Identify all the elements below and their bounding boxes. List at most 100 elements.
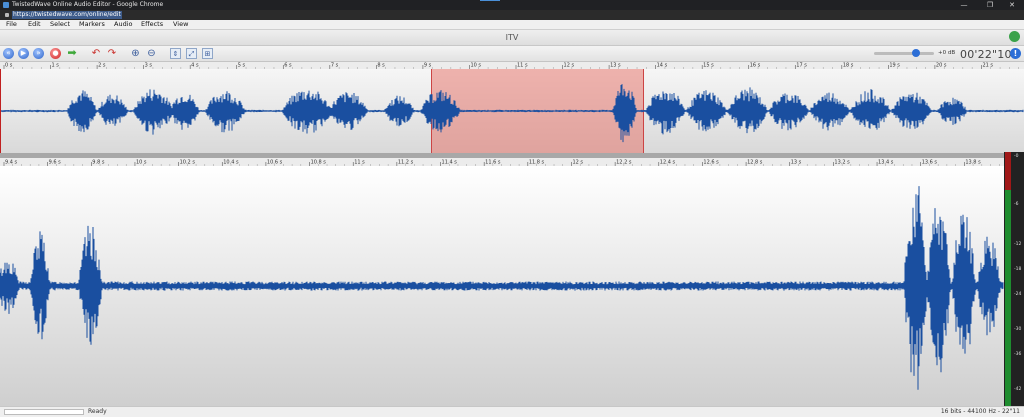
redo-button[interactable]: ↷ xyxy=(105,48,119,59)
toolbar: « ▶ » ● ➡ ↶ ↷ ⊕ ⊖ ⇕ ⤢ ⊞ +0 dB 00'22"107 … xyxy=(0,46,1024,62)
close-button[interactable]: ✕ xyxy=(1000,0,1024,10)
ruler-tick-label: 7 s xyxy=(331,63,339,69)
redo-icon: ↷ xyxy=(107,48,117,59)
level-meter-peak xyxy=(1005,152,1011,190)
playhead-marker[interactable] xyxy=(0,69,1,153)
fast-forward-button[interactable]: » xyxy=(33,48,44,59)
overview-ruler-svg: 0 s 1 s 2 s 3 s 4 s 5 s 6 s 7 s 8 s 9 s 10 s 11 s 12… xyxy=(3,63,1019,69)
zoom-out-icon: ⊖ xyxy=(147,48,156,59)
overview-waveform[interactable] xyxy=(0,69,1024,154)
tab-indicator xyxy=(480,0,500,1)
arrow-right-icon: ➡ xyxy=(67,46,77,59)
audio-format: 16 bits - 44100 Hz - 22"11 xyxy=(940,408,1020,415)
ruler-tick-label: 2 s xyxy=(98,63,106,69)
ruler-tick-label: 10 s xyxy=(470,63,481,69)
meter-label: -12 xyxy=(1014,242,1022,247)
play-button[interactable]: ▶ xyxy=(18,48,29,59)
level-meter-bar xyxy=(1005,190,1011,406)
ruler-tick-label: 9.4 s xyxy=(5,160,18,166)
ruler-tick-label: 3 s xyxy=(145,63,153,69)
url-text[interactable]: https://twistedwave.com/online/edit xyxy=(12,11,122,19)
ruler-tick-label: 17 s xyxy=(796,63,807,69)
ruler-tick-label: 9.8 s xyxy=(92,160,105,166)
waveform-path xyxy=(0,186,1004,390)
meter-label: -6 xyxy=(1014,202,1019,207)
sync-icon[interactable] xyxy=(1009,31,1020,42)
gain-label: +0 dB xyxy=(938,50,956,56)
app-icon xyxy=(3,2,9,8)
window-titlebar: TwistedWave Online Audio Editor - Google… xyxy=(0,0,1024,10)
meter-label: -30 xyxy=(1014,327,1022,332)
window-title: TwistedWave Online Audio Editor - Google… xyxy=(12,1,164,8)
level-meter: -0 -6 -12 -18 -24 -30 -36 -42 xyxy=(1004,152,1024,406)
detail-ruler-svg: 9.4 s 9.6 s 9.8 s 10 s 10.2 s 10.4 s 10.6 s 10.… xyxy=(3,160,1000,166)
rewind-icon: « xyxy=(6,49,11,57)
meter-label: -18 xyxy=(1014,267,1022,272)
zoom-in-button[interactable]: ⊕ xyxy=(129,48,142,59)
zoom-all-icon: ⊞ xyxy=(204,50,211,58)
menu-edit[interactable]: Edit xyxy=(28,20,41,29)
zoom-out-button[interactable]: ⊖ xyxy=(145,48,158,59)
ruler-tick-label: 8 s xyxy=(377,63,385,69)
detail-waveform[interactable] xyxy=(0,166,1004,406)
meter-label: -42 xyxy=(1014,387,1022,392)
fast-forward-icon: » xyxy=(36,49,41,57)
restore-button[interactable]: ❐ xyxy=(978,0,1002,10)
menu-select[interactable]: Select xyxy=(50,20,70,29)
zoom-all-button[interactable]: ⊞ xyxy=(202,48,213,59)
ruler-tick-label: 13 s xyxy=(610,63,621,69)
site-info-icon[interactable] xyxy=(5,13,9,17)
status-text: Ready xyxy=(88,408,107,415)
zoom-in-icon: ⊕ xyxy=(131,48,140,59)
undo-button[interactable]: ↶ xyxy=(89,48,103,59)
overview-waveform-svg xyxy=(0,84,1024,143)
meter-label: -0 xyxy=(1014,154,1019,159)
ruler-tick-label: 1 s xyxy=(52,63,60,69)
ruler-tick-label: 9 s xyxy=(424,63,432,69)
document-title: ITV xyxy=(505,33,519,42)
ruler-tick-label: 21 s xyxy=(982,63,993,69)
progress-bar xyxy=(4,409,84,415)
record-button[interactable]: ● xyxy=(50,48,61,59)
volume-slider-knob[interactable] xyxy=(912,49,920,57)
ruler-tick-label: 11 s xyxy=(354,160,365,166)
ruler-tick-label: 6 s xyxy=(284,63,292,69)
record-icon: ● xyxy=(52,49,59,57)
document-header: ITV xyxy=(0,30,1024,46)
ruler-tick-label: 12 s xyxy=(572,160,583,166)
detail-waveform-svg xyxy=(0,186,1004,390)
ruler-tick-label: 13 s xyxy=(791,160,802,166)
info-button[interactable]: ! xyxy=(1010,48,1021,59)
zoom-selection-button[interactable]: ⇕ xyxy=(170,48,181,59)
rewind-button[interactable]: « xyxy=(3,48,14,59)
ruler-tick-label: 0 s xyxy=(5,63,13,69)
ruler-tick-label: 9.6 s xyxy=(49,160,62,166)
play-icon: ▶ xyxy=(20,49,27,57)
meter-label: -36 xyxy=(1014,352,1022,357)
zoom-fit-icon: ⤢ xyxy=(188,50,195,58)
ruler-tick-label: 18 s xyxy=(843,63,854,69)
ruler-tick-label: 16 s xyxy=(750,63,761,69)
undo-icon: ↶ xyxy=(91,48,101,59)
menu-markers[interactable]: Markers xyxy=(79,20,105,29)
ruler-tick-label: 15 s xyxy=(703,63,714,69)
ruler-tick-label: 5 s xyxy=(238,63,246,69)
menu-effects[interactable]: Effects xyxy=(141,20,163,29)
minimize-button[interactable]: — xyxy=(952,0,976,10)
menu-audio[interactable]: Audio xyxy=(114,20,132,29)
go-to-button[interactable]: ➡ xyxy=(65,46,79,59)
meter-label: -24 xyxy=(1014,292,1022,297)
ruler-tick-label: 11 s xyxy=(517,63,528,69)
zoom-selection-icon: ⇕ xyxy=(172,50,179,58)
volume-slider-track[interactable] xyxy=(874,52,934,55)
ruler-tick-label: 14 s xyxy=(657,63,668,69)
menu-view[interactable]: View xyxy=(173,20,188,29)
menu-file[interactable]: File xyxy=(6,20,17,29)
status-bar: Ready 16 bits - 44100 Hz - 22"11 xyxy=(0,406,1024,417)
ruler-tick-label: 12 s xyxy=(564,63,575,69)
waveform-path xyxy=(0,84,1024,143)
zoom-fit-button[interactable]: ⤢ xyxy=(186,48,197,59)
ruler-tick-label: 10 s xyxy=(136,160,147,166)
ruler-tick-label: 20 s xyxy=(936,63,947,69)
address-bar[interactable]: https://twistedwave.com/online/edit xyxy=(0,10,1024,20)
